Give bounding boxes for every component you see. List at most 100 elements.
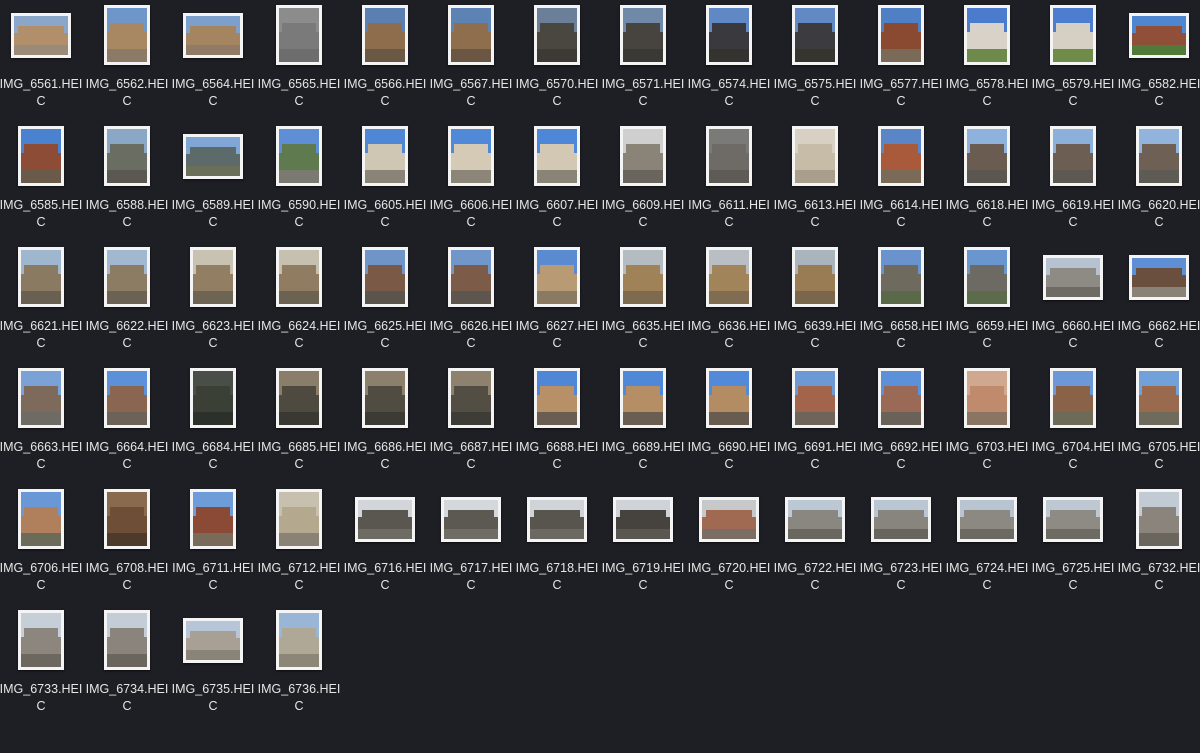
file-item[interactable]: IMG_6687.HEIC	[428, 366, 514, 487]
file-item[interactable]: IMG_6574.HEIC	[686, 3, 772, 124]
file-item[interactable]: IMG_6688.HEIC	[514, 366, 600, 487]
photo-thumbnail[interactable]	[18, 368, 64, 428]
file-item[interactable]: IMG_6639.HEIC	[772, 245, 858, 366]
photo-thumbnail[interactable]	[785, 496, 845, 542]
photo-thumbnail[interactable]	[527, 496, 587, 542]
photo-thumbnail[interactable]	[1129, 12, 1189, 58]
file-item[interactable]: IMG_6582.HEIC	[1116, 3, 1200, 124]
photo-thumbnail[interactable]	[18, 247, 64, 307]
file-item[interactable]: IMG_6719.HEIC	[600, 487, 686, 608]
photo-thumbnail[interactable]	[104, 5, 150, 65]
photo-thumbnail[interactable]	[534, 5, 580, 65]
photo-thumbnail[interactable]	[362, 126, 408, 186]
photo-thumbnail[interactable]	[878, 5, 924, 65]
photo-thumbnail[interactable]	[183, 12, 243, 58]
file-item[interactable]: IMG_6611.HEIC	[686, 124, 772, 245]
photo-thumbnail[interactable]	[1043, 254, 1103, 300]
photo-thumbnail[interactable]	[620, 247, 666, 307]
photo-thumbnail[interactable]	[1043, 496, 1103, 542]
file-item[interactable]: IMG_6724.HEIC	[944, 487, 1030, 608]
file-item[interactable]: IMG_6619.HEIC	[1030, 124, 1116, 245]
photo-thumbnail[interactable]	[792, 126, 838, 186]
file-item[interactable]: IMG_6704.HEIC	[1030, 366, 1116, 487]
file-item[interactable]: IMG_6614.HEIC	[858, 124, 944, 245]
file-item[interactable]: IMG_6620.HEIC	[1116, 124, 1200, 245]
photo-thumbnail[interactable]	[355, 496, 415, 542]
photo-thumbnail[interactable]	[183, 617, 243, 663]
file-item[interactable]: IMG_6627.HEIC	[514, 245, 600, 366]
file-item[interactable]: IMG_6725.HEIC	[1030, 487, 1116, 608]
photo-thumbnail[interactable]	[104, 247, 150, 307]
file-item[interactable]: IMG_6589.HEIC	[170, 124, 256, 245]
file-item[interactable]: IMG_6718.HEIC	[514, 487, 600, 608]
photo-thumbnail[interactable]	[362, 247, 408, 307]
photo-thumbnail[interactable]	[878, 126, 924, 186]
file-item[interactable]: IMG_6624.HEIC	[256, 245, 342, 366]
photo-thumbnail[interactable]	[1136, 368, 1182, 428]
photo-thumbnail[interactable]	[534, 368, 580, 428]
photo-thumbnail[interactable]	[276, 247, 322, 307]
file-item[interactable]: IMG_6562.HEIC	[84, 3, 170, 124]
photo-thumbnail[interactable]	[18, 610, 64, 670]
photo-thumbnail[interactable]	[706, 247, 752, 307]
file-item[interactable]: IMG_6577.HEIC	[858, 3, 944, 124]
file-item[interactable]: IMG_6658.HEIC	[858, 245, 944, 366]
file-item[interactable]: IMG_6571.HEIC	[600, 3, 686, 124]
file-item[interactable]: IMG_6662.HEIC	[1116, 245, 1200, 366]
file-item[interactable]: IMG_6636.HEIC	[686, 245, 772, 366]
photo-thumbnail[interactable]	[276, 368, 322, 428]
file-item[interactable]: IMG_6706.HEIC	[0, 487, 84, 608]
photo-thumbnail[interactable]	[276, 126, 322, 186]
file-item[interactable]: IMG_6613.HEIC	[772, 124, 858, 245]
file-item[interactable]: IMG_6685.HEIC	[256, 366, 342, 487]
photo-thumbnail[interactable]	[276, 610, 322, 670]
file-item[interactable]: IMG_6561.HEIC	[0, 3, 84, 124]
file-item[interactable]: IMG_6567.HEIC	[428, 3, 514, 124]
file-item[interactable]: IMG_6705.HEIC	[1116, 366, 1200, 487]
photo-thumbnail[interactable]	[362, 5, 408, 65]
photo-thumbnail[interactable]	[1050, 368, 1096, 428]
photo-thumbnail[interactable]	[706, 5, 752, 65]
photo-thumbnail[interactable]	[448, 126, 494, 186]
file-item[interactable]: IMG_6717.HEIC	[428, 487, 514, 608]
file-item[interactable]: IMG_6736.HEIC	[256, 608, 342, 729]
photo-thumbnail[interactable]	[183, 133, 243, 179]
file-item[interactable]: IMG_6585.HEIC	[0, 124, 84, 245]
file-item[interactable]: IMG_6689.HEIC	[600, 366, 686, 487]
file-item[interactable]: IMG_6684.HEIC	[170, 366, 256, 487]
photo-thumbnail[interactable]	[706, 126, 752, 186]
photo-thumbnail[interactable]	[964, 5, 1010, 65]
photo-thumbnail[interactable]	[104, 489, 150, 549]
photo-thumbnail[interactable]	[871, 496, 931, 542]
photo-thumbnail[interactable]	[11, 12, 71, 58]
file-item[interactable]: IMG_6735.HEIC	[170, 608, 256, 729]
file-item[interactable]: IMG_6570.HEIC	[514, 3, 600, 124]
photo-thumbnail[interactable]	[1136, 489, 1182, 549]
file-item[interactable]: IMG_6621.HEIC	[0, 245, 84, 366]
file-item[interactable]: IMG_6564.HEIC	[170, 3, 256, 124]
photo-thumbnail[interactable]	[964, 368, 1010, 428]
photo-thumbnail[interactable]	[104, 610, 150, 670]
file-item[interactable]: IMG_6565.HEIC	[256, 3, 342, 124]
photo-thumbnail[interactable]	[276, 5, 322, 65]
photo-thumbnail[interactable]	[448, 247, 494, 307]
photo-thumbnail[interactable]	[448, 5, 494, 65]
file-item[interactable]: IMG_6690.HEIC	[686, 366, 772, 487]
file-item[interactable]: IMG_6623.HEIC	[170, 245, 256, 366]
file-item[interactable]: IMG_6716.HEIC	[342, 487, 428, 608]
file-item[interactable]: IMG_6708.HEIC	[84, 487, 170, 608]
photo-thumbnail[interactable]	[1050, 126, 1096, 186]
file-item[interactable]: IMG_6609.HEIC	[600, 124, 686, 245]
file-item[interactable]: IMG_6711.HEIC	[170, 487, 256, 608]
file-item[interactable]: IMG_6703.HEIC	[944, 366, 1030, 487]
photo-thumbnail[interactable]	[792, 5, 838, 65]
photo-thumbnail[interactable]	[190, 368, 236, 428]
file-item[interactable]: IMG_6659.HEIC	[944, 245, 1030, 366]
photo-thumbnail[interactable]	[964, 247, 1010, 307]
photo-thumbnail[interactable]	[448, 368, 494, 428]
file-item[interactable]: IMG_6618.HEIC	[944, 124, 1030, 245]
file-item[interactable]: IMG_6625.HEIC	[342, 245, 428, 366]
file-item[interactable]: IMG_6712.HEIC	[256, 487, 342, 608]
photo-thumbnail[interactable]	[706, 368, 752, 428]
photo-thumbnail[interactable]	[190, 489, 236, 549]
